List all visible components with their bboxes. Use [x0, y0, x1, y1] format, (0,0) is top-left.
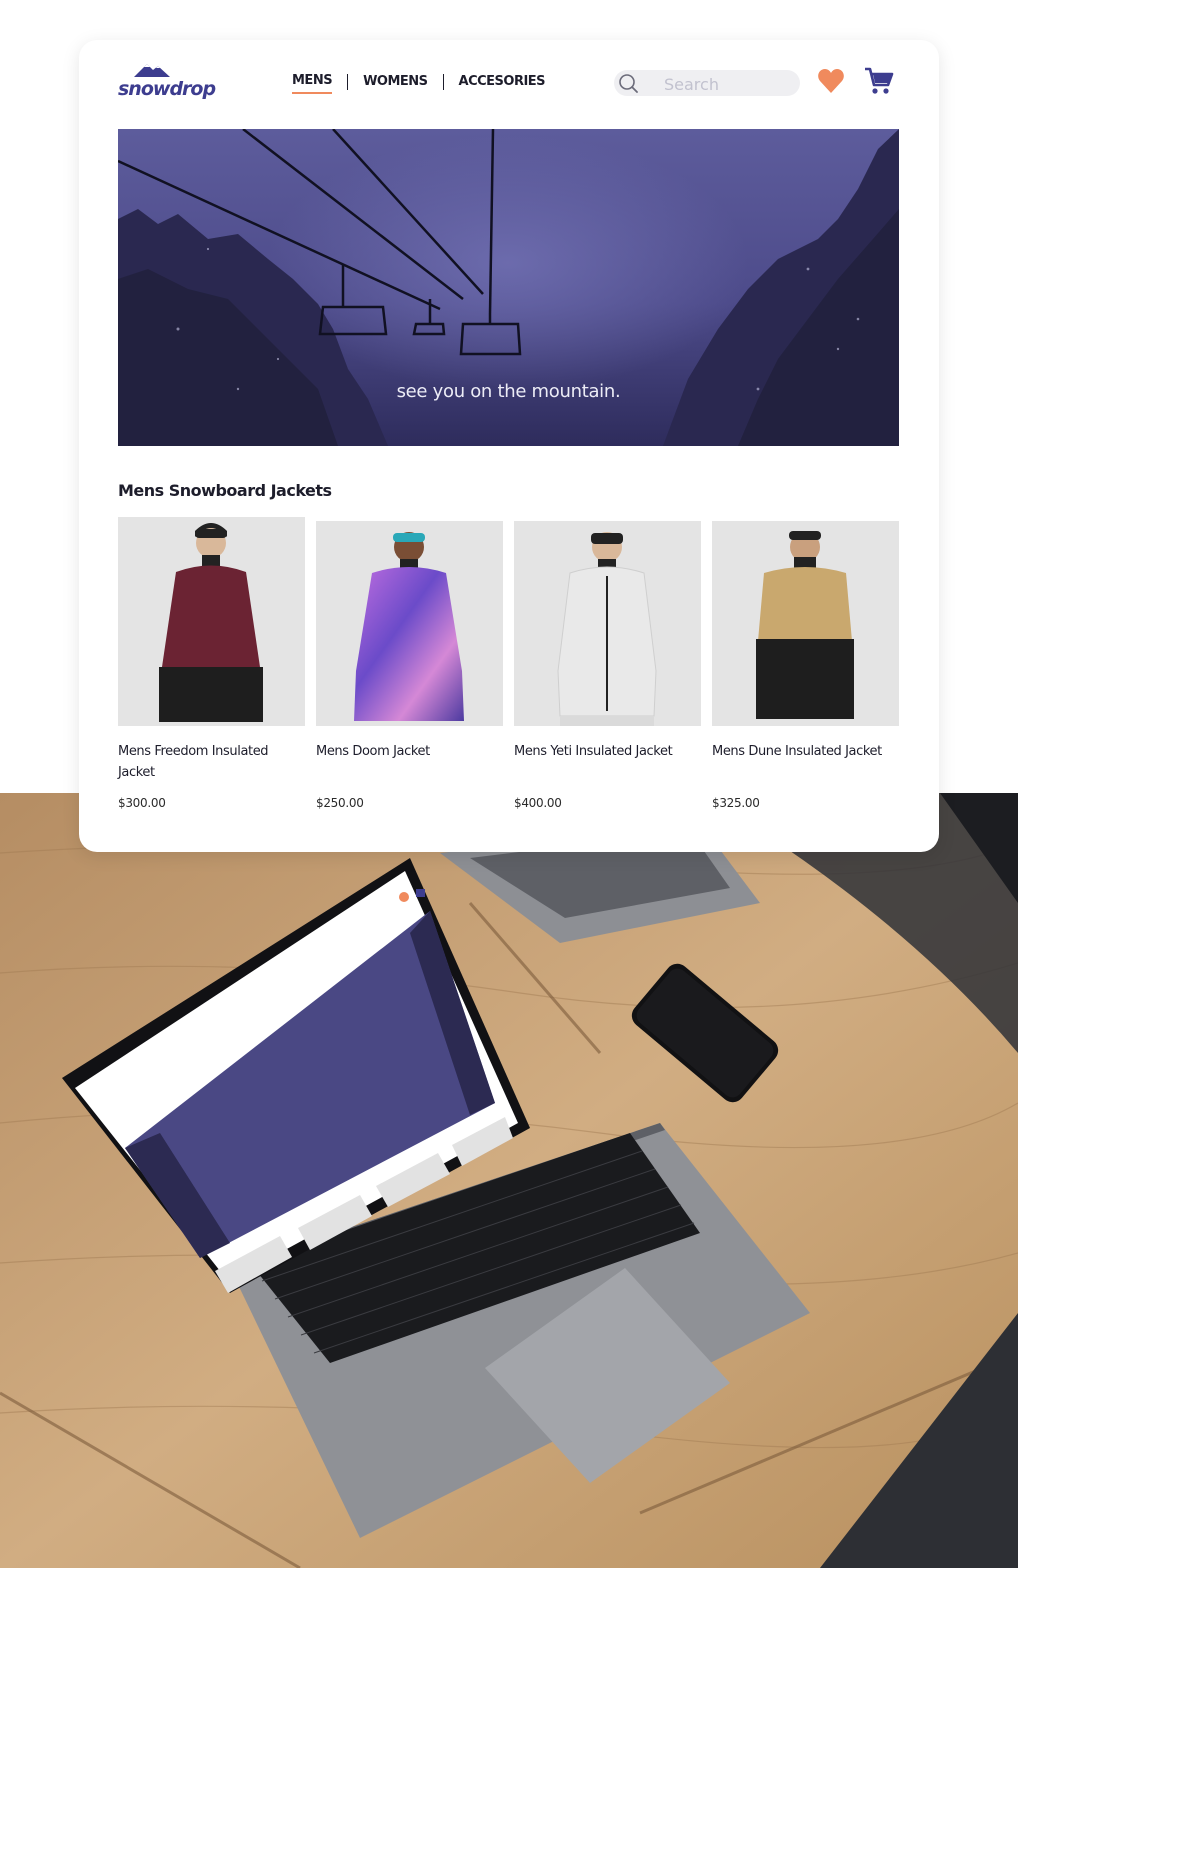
jacket-model-image	[756, 531, 854, 719]
jacket-model-image	[557, 532, 657, 726]
hero-banner[interactable]: see you on the mountain.	[118, 129, 899, 446]
product-name[interactable]: Mens Doom Jacket	[316, 741, 486, 762]
search-input[interactable]	[662, 73, 786, 95]
product-name[interactable]: Mens Yeti Insulated Jacket	[514, 741, 684, 762]
search-bar	[614, 70, 800, 96]
search-icon[interactable]	[618, 72, 640, 94]
jacket-model-image	[354, 532, 464, 721]
product-name[interactable]: Mens Dune Insulated Jacket	[712, 741, 882, 762]
product-image[interactable]	[712, 521, 899, 726]
nav-item-mens[interactable]: MENS	[292, 73, 333, 94]
product-price: $250.00	[316, 796, 364, 810]
nav-item-accesories[interactable]: ACCESORIES	[459, 74, 546, 93]
product-price: $325.00	[712, 796, 760, 810]
heart-icon[interactable]	[817, 68, 845, 94]
laptop-photo-image	[0, 793, 1018, 1568]
product-price: $400.00	[514, 796, 562, 810]
product-name[interactable]: Mens Freedom Insulated Jacket	[118, 741, 288, 783]
main-nav: MENS WOMENS ACCESORIES	[292, 73, 546, 94]
laptop-desk-photo	[0, 793, 1018, 1568]
nav-divider	[442, 73, 444, 90]
brand-logo[interactable]: snowdrop	[118, 60, 216, 104]
cart-icon[interactable]	[864, 66, 894, 96]
product-image[interactable]	[118, 517, 305, 726]
product-price: $300.00	[118, 796, 166, 810]
nav-item-womens[interactable]: WOMENS	[363, 74, 428, 93]
brand-name: snowdrop	[118, 78, 216, 100]
product-image[interactable]	[514, 521, 701, 726]
website-mockup-card: snowdrop MENS WOMENS ACCESORIES Search s…	[79, 40, 939, 852]
jacket-model-image	[159, 523, 263, 722]
nav-divider	[347, 73, 349, 90]
product-image[interactable]	[316, 521, 503, 726]
mountain-icon	[134, 64, 170, 77]
section-title: Mens Snowboard Jackets	[118, 481, 332, 500]
hero-tagline: see you on the mountain.	[396, 381, 621, 402]
